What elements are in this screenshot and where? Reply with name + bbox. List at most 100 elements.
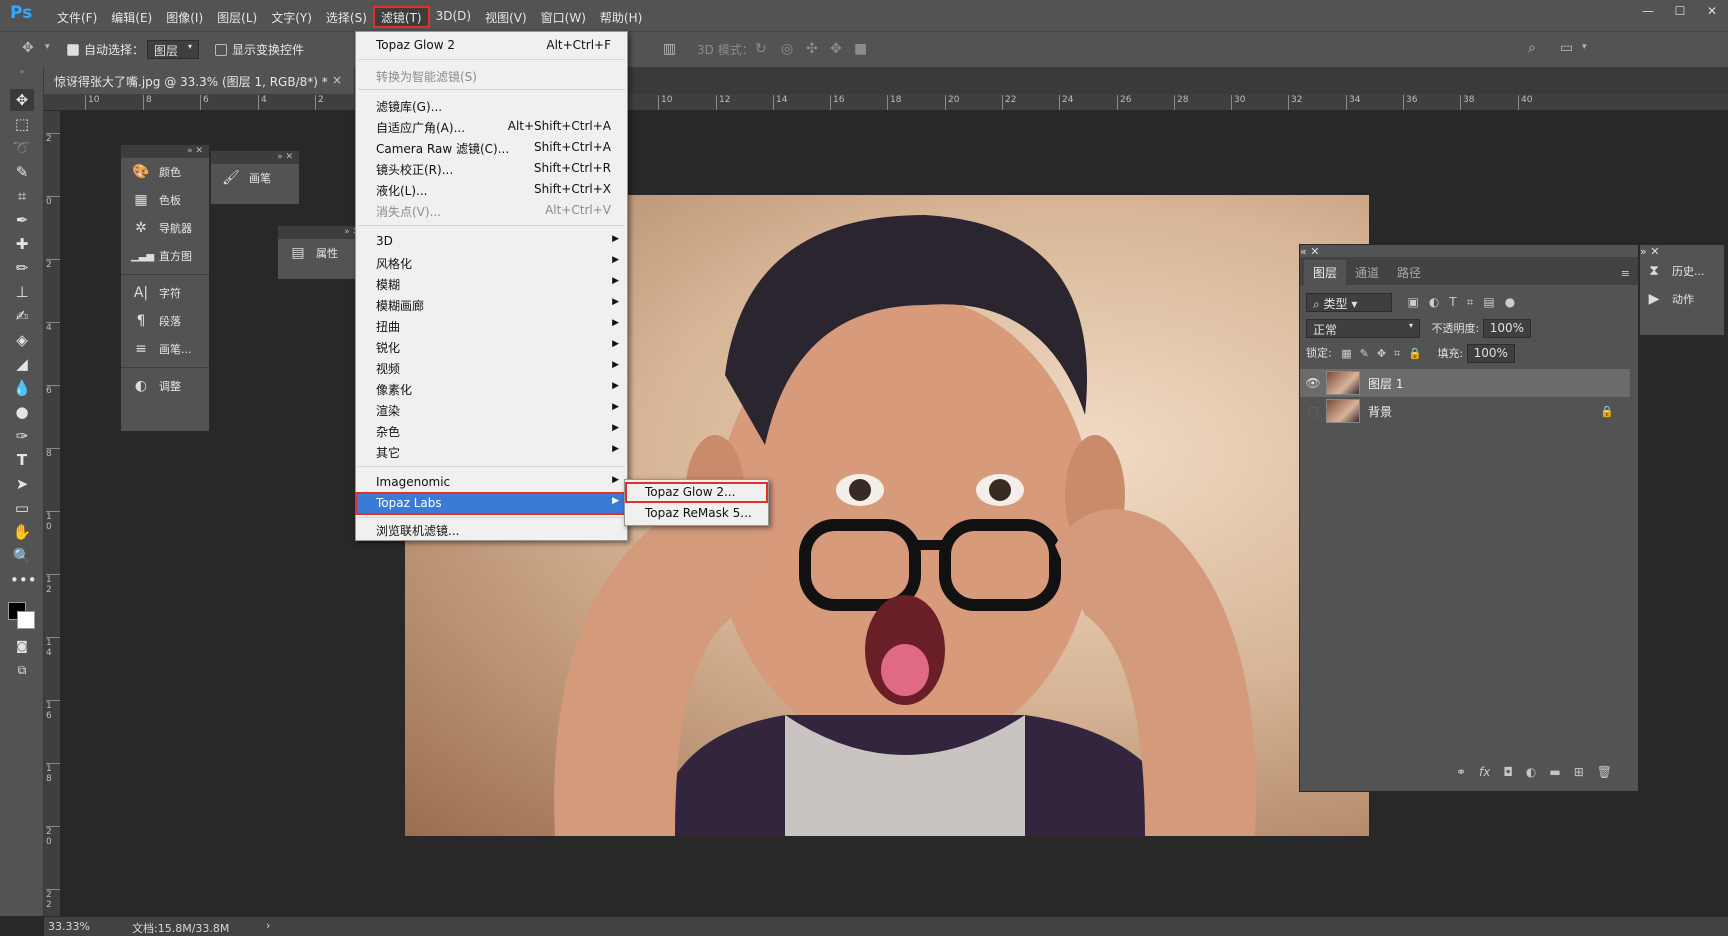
menu-3d[interactable]: 3D(D) bbox=[429, 7, 478, 27]
hand-tool-icon[interactable]: ✋ bbox=[10, 521, 34, 543]
more-tools-icon[interactable]: ••• bbox=[10, 569, 37, 591]
menu-item-sharpen[interactable]: 锐化 ▶ bbox=[356, 336, 627, 357]
panel-item-brush-presets[interactable]: ≡ 画笔... bbox=[121, 335, 209, 363]
panel-item-properties[interactable]: ▤ 属性 bbox=[278, 239, 366, 267]
menu-item-liquify[interactable]: 液化(L)... Shift+Ctrl+X bbox=[356, 179, 627, 200]
panel-menu-icon[interactable]: ≡ bbox=[1621, 267, 1630, 285]
layer-row[interactable]: ▢ 背景 🔒 bbox=[1300, 397, 1630, 425]
move-tool-icon[interactable]: ✥ bbox=[10, 89, 34, 111]
status-menu-arrow[interactable]: › bbox=[266, 919, 270, 932]
menu-item-camera-raw[interactable]: Camera Raw 滤镜(C)... Shift+Ctrl+A bbox=[356, 137, 627, 158]
visibility-toggle-icon[interactable]: ▢ bbox=[1300, 404, 1326, 418]
healing-tool-icon[interactable]: ✚ bbox=[10, 233, 34, 255]
type-tool-icon[interactable]: T bbox=[10, 449, 34, 471]
gradient-tool-icon[interactable]: ◢ bbox=[10, 353, 34, 375]
fill-field[interactable]: 100% bbox=[1466, 344, 1515, 363]
zoom-level[interactable]: 33.33% bbox=[48, 920, 90, 933]
panel-item-character[interactable]: A| 字符 bbox=[121, 279, 209, 307]
menu-item-adaptive-wide-angle[interactable]: 自适应广角(A)... Alt+Shift+Ctrl+A bbox=[356, 116, 627, 137]
tab-channels[interactable]: 通道 bbox=[1346, 260, 1388, 285]
zoom-tool-icon[interactable]: 🔍 bbox=[10, 545, 34, 567]
brush-tool-icon[interactable]: ✏ bbox=[10, 257, 34, 279]
collapse-toolbox-icon[interactable]: » bbox=[10, 67, 34, 77]
menu-item-blur-gallery[interactable]: 模糊画廊 ▶ bbox=[356, 294, 627, 315]
menu-item-3d[interactable]: 3D ▶ bbox=[356, 231, 627, 252]
lasso-tool-icon[interactable]: ➰ bbox=[10, 137, 34, 159]
panel-item-navigator[interactable]: ✲ 导航器 bbox=[121, 214, 209, 242]
menu-filter[interactable]: 滤镜(T) bbox=[372, 6, 430, 28]
search-icon[interactable]: ⌕ bbox=[1528, 40, 1536, 56]
panel-item-history[interactable]: ⧗ 历史... bbox=[1640, 257, 1724, 285]
menu-item-pixelate[interactable]: 像素化 ▶ bbox=[356, 378, 627, 399]
background-color-swatch[interactable] bbox=[17, 611, 35, 629]
document-tab[interactable]: 惊讶得张大了嘴.jpg @ 33.3% (图层 1, RGB/8*) * × bbox=[44, 67, 354, 94]
menu-item-browse-online[interactable]: 浏览联机滤镜... bbox=[356, 519, 627, 540]
layer-row[interactable]: 👁 图层 1 bbox=[1300, 369, 1630, 397]
maximize-button[interactable]: ☐ bbox=[1664, 0, 1696, 24]
history-brush-tool-icon[interactable]: ✍ bbox=[10, 305, 34, 327]
menu-file[interactable]: 文件(F) bbox=[50, 7, 104, 27]
quick-mask-icon[interactable]: ◙ bbox=[10, 635, 34, 657]
orbit-3d-icon[interactable]: ↻ bbox=[755, 41, 767, 57]
tab-paths[interactable]: 路径 bbox=[1388, 260, 1430, 285]
panel-header[interactable]: » ✕ bbox=[121, 145, 209, 158]
scale-3d-icon[interactable]: ■ bbox=[854, 41, 867, 57]
submenu-item-topaz-remask[interactable]: Topaz ReMask 5... bbox=[625, 503, 768, 524]
marquee-tool-icon[interactable]: ⬚ bbox=[10, 113, 34, 135]
menu-item-distort[interactable]: 扭曲 ▶ bbox=[356, 315, 627, 336]
menu-item-imagenomic[interactable]: Imagenomic ▶ bbox=[356, 472, 627, 493]
eraser-tool-icon[interactable]: ◈ bbox=[10, 329, 34, 351]
quick-select-tool-icon[interactable]: ✎ bbox=[10, 161, 34, 183]
show-transform-option[interactable]: 显示变换控件 bbox=[215, 41, 304, 58]
panel-item-histogram[interactable]: ▁▃▅ 直方图 bbox=[121, 242, 209, 270]
dodge-tool-icon[interactable]: ● bbox=[10, 401, 34, 423]
adjustment-layer-icon[interactable]: ◐ bbox=[1526, 765, 1536, 785]
menu-image[interactable]: 图像(I) bbox=[159, 7, 210, 27]
menu-type[interactable]: 文字(Y) bbox=[264, 7, 319, 27]
shape-tool-icon[interactable]: ▭ bbox=[10, 497, 34, 519]
menu-item-blur[interactable]: 模糊 ▶ bbox=[356, 273, 627, 294]
minimize-button[interactable]: — bbox=[1632, 0, 1664, 24]
auto-align-icon[interactable]: ▥ bbox=[663, 41, 676, 57]
panel-item-actions[interactable]: ▶ 动作 bbox=[1640, 285, 1724, 313]
eye-icon[interactable]: 👁 bbox=[1300, 376, 1326, 390]
opacity-field[interactable]: 100% bbox=[1482, 319, 1531, 338]
menu-item-video[interactable]: 视频 ▶ bbox=[356, 357, 627, 378]
add-mask-icon[interactable]: ◘ bbox=[1503, 765, 1513, 785]
filter-icons[interactable]: ▣◐T⌗▤● bbox=[1408, 295, 1526, 309]
blend-mode-select[interactable]: 正常 ▾ bbox=[1306, 319, 1420, 338]
menu-item-stylize[interactable]: 风格化 ▶ bbox=[356, 252, 627, 273]
show-transform-checkbox[interactable] bbox=[215, 44, 227, 56]
panel-header[interactable]: » ✕ bbox=[211, 151, 299, 164]
submenu-item-topaz-glow[interactable]: Topaz Glow 2... bbox=[625, 482, 768, 503]
trash-icon[interactable]: 🗑 bbox=[1597, 765, 1612, 785]
eyedropper-tool-icon[interactable]: ✒ bbox=[10, 209, 34, 231]
menu-item-filter-gallery[interactable]: 滤镜库(G)... bbox=[356, 95, 627, 116]
auto-select-option[interactable]: 自动选择： bbox=[67, 41, 144, 58]
menu-help[interactable]: 帮助(H) bbox=[593, 7, 649, 27]
workspace-icon[interactable]: ▭ bbox=[1560, 40, 1573, 56]
close-icon[interactable]: × bbox=[332, 73, 342, 87]
new-group-icon[interactable]: ▬ bbox=[1549, 765, 1560, 785]
panel-item-swatches[interactable]: ▦ 色板 bbox=[121, 186, 209, 214]
close-button[interactable]: ✕ bbox=[1696, 0, 1728, 24]
menu-item-noise[interactable]: 杂色 ▶ bbox=[356, 420, 627, 441]
menu-view[interactable]: 视图(V) bbox=[478, 7, 534, 27]
menu-item-topaz-glow[interactable]: Topaz Glow 2 Alt+Ctrl+F bbox=[356, 35, 627, 56]
tab-layers[interactable]: 图层 bbox=[1304, 260, 1347, 285]
menu-item-vanishing-point[interactable]: 消失点(V)... Alt+Ctrl+V bbox=[356, 200, 627, 221]
menu-item-other[interactable]: 其它 ▶ bbox=[356, 441, 627, 462]
menu-select[interactable]: 选择(S) bbox=[319, 7, 374, 27]
panel-item-adjustments[interactable]: ◐ 调整 bbox=[121, 372, 209, 400]
link-layers-icon[interactable]: ⚭ bbox=[1456, 765, 1466, 785]
menu-item-topaz-labs[interactable]: Topaz Labs ▶ bbox=[355, 492, 628, 515]
screen-mode-icon[interactable]: ⧉ bbox=[10, 659, 34, 681]
panel-header[interactable]: « ✕ bbox=[1300, 245, 1638, 258]
blur-tool-icon[interactable]: 💧 bbox=[10, 377, 34, 399]
menu-item-lens-correction[interactable]: 镜头校正(R)... Shift+Ctrl+R bbox=[356, 158, 627, 179]
panel-item-brush[interactable]: 🖌 画笔 bbox=[211, 164, 299, 192]
stamp-tool-icon[interactable]: ⊥ bbox=[10, 281, 34, 303]
chevron-down-icon[interactable]: ▾ bbox=[45, 42, 50, 52]
path-select-tool-icon[interactable]: ➤ bbox=[10, 473, 34, 495]
panel-item-paragraph[interactable]: ¶ 段落 bbox=[121, 307, 209, 335]
